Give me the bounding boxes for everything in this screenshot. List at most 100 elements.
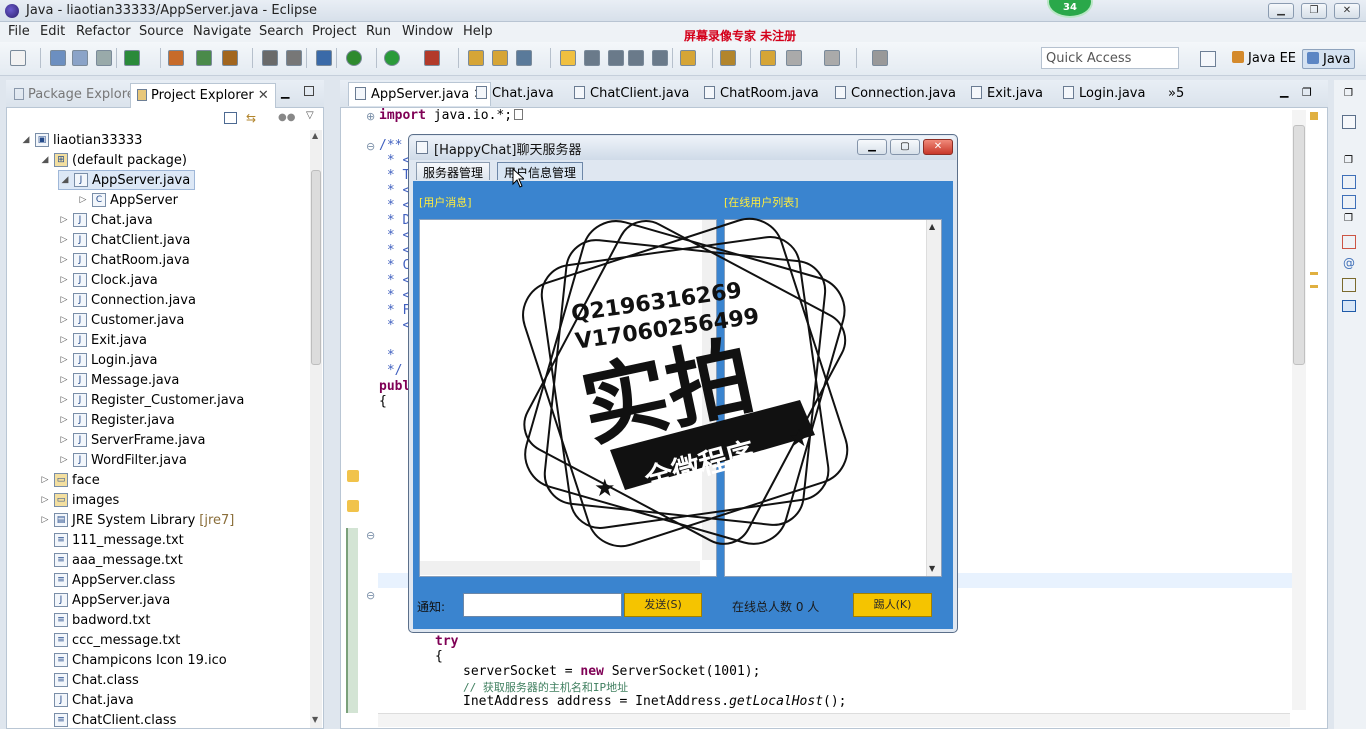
tree-item[interactable]: ▷ J Customer.java: [58, 310, 185, 330]
fold-icon-doc[interactable]: ⊖: [366, 140, 375, 153]
send-button[interactable]: 发送(S): [624, 593, 702, 617]
tree-item[interactable]: ▷ J Clock.java: [58, 270, 158, 290]
tree-item[interactable]: ▷ J Register.java: [58, 410, 175, 430]
maximize-view-icon[interactable]: [304, 86, 314, 96]
editor-tab[interactable]: Connection.java: [835, 86, 956, 101]
editor-tabs-overflow[interactable]: »5: [1168, 86, 1184, 101]
user-messages-hscroll[interactable]: [420, 561, 700, 575]
trim-restore-icon-3[interactable]: ❐: [1344, 213, 1353, 224]
trim-restore-icon-2[interactable]: ❐: [1344, 155, 1353, 166]
tree-item[interactable]: ≡ badword.txt: [39, 610, 150, 630]
tree-expand-icon[interactable]: ▷: [58, 215, 70, 225]
tree-expand-icon[interactable]: ▷: [58, 435, 70, 445]
tree-item[interactable]: ▷ J Login.java: [58, 350, 158, 370]
tree-item[interactable]: J AppServer.java: [39, 590, 170, 610]
tree-item[interactable]: ≡ ccc_message.txt: [39, 630, 180, 650]
editor-tab[interactable]: Exit.java: [971, 86, 1043, 101]
next-annotation-icon[interactable]: [680, 50, 696, 66]
skip-icon[interactable]: [316, 50, 332, 66]
editor-hscroll[interactable]: [378, 713, 1290, 727]
outline-icon[interactable]: [1342, 115, 1356, 129]
editor-minimize-icon[interactable]: ▁: [1280, 85, 1288, 98]
tree-item[interactable]: ▷ J Chat.java: [58, 210, 153, 230]
quick-access-input[interactable]: Quick Access: [1041, 47, 1179, 69]
menu-help[interactable]: Help: [463, 24, 493, 39]
tree-item[interactable]: ≡ aaa_message.txt: [39, 550, 183, 570]
view-menu-icon[interactable]: ●●: [278, 112, 295, 124]
editor-tab[interactable]: Login.java: [1063, 86, 1145, 101]
tree-expand-icon[interactable]: ▷: [39, 495, 51, 505]
outline-icon[interactable]: [652, 50, 668, 66]
declaration-icon[interactable]: [1342, 278, 1356, 292]
tree-item[interactable]: ▷ ▭ images: [39, 490, 120, 510]
minimize-button[interactable]: ▁: [1268, 3, 1294, 19]
tree-item[interactable]: ▷ J Register_Customer.java: [58, 390, 245, 410]
tree-expand-icon[interactable]: ▷: [58, 395, 70, 405]
minimize-view-icon[interactable]: ▁: [281, 86, 289, 99]
tree-item[interactable]: ▷ ▭ face: [39, 470, 100, 490]
menu-refactor[interactable]: Refactor: [76, 24, 131, 39]
tree-item[interactable]: ▷ C AppServer: [77, 190, 179, 210]
editor-tab[interactable]: ChatRoom.java: [704, 86, 819, 101]
task-icon[interactable]: [124, 50, 140, 66]
new-class-icon[interactable]: [168, 50, 184, 66]
online-scroll-down[interactable]: ▼: [929, 564, 935, 573]
warning-icon-1[interactable]: [347, 470, 359, 482]
editor-maximize-icon[interactable]: ❐: [1302, 86, 1312, 99]
pin-icon[interactable]: [720, 50, 736, 66]
open-type-icon[interactable]: [262, 50, 278, 66]
editor-tab[interactable]: AppServer.java ✕: [348, 82, 492, 106]
mark-icon[interactable]: [584, 50, 600, 66]
dialog-close-button[interactable]: ✕: [923, 139, 953, 155]
tree-expand-icon[interactable]: ◢: [39, 155, 51, 165]
tree-item[interactable]: ≡ Champicons Icon 19.ico: [39, 650, 227, 670]
fold-icon-1[interactable]: ⊖: [366, 529, 375, 542]
menu-edit[interactable]: Edit: [40, 24, 65, 39]
tree-expand-icon[interactable]: ▷: [58, 415, 70, 425]
tab-server-management[interactable]: 服务器管理: [416, 162, 491, 180]
perspective-java[interactable]: Java: [1302, 49, 1356, 69]
tree-item[interactable]: ≡ 111_message.txt: [39, 530, 184, 550]
online-scroll-up[interactable]: ▲: [929, 222, 935, 231]
last-edit-icon[interactable]: [824, 50, 840, 66]
tab-package-explorer[interactable]: Package Explorer: [14, 87, 140, 102]
tree-item[interactable]: ≡ AppServer.class: [39, 570, 175, 590]
save-icon[interactable]: [50, 50, 66, 66]
menu-window[interactable]: Window: [402, 24, 453, 39]
tree-expand-icon[interactable]: ▷: [39, 515, 51, 525]
run-external-icon[interactable]: [424, 50, 440, 66]
tree-item[interactable]: ▷ J ServerFrame.java: [58, 430, 206, 450]
tree-expand-icon[interactable]: ▷: [58, 315, 70, 325]
left-scroll-thumb[interactable]: [311, 170, 321, 365]
tree-item[interactable]: ≡ Chat.class: [39, 670, 139, 690]
tree-expand-icon[interactable]: ▷: [77, 195, 89, 205]
editor-tab[interactable]: ChatClient.java: [574, 86, 689, 101]
tree-item[interactable]: ▷ J Connection.java: [58, 290, 196, 310]
tree-item[interactable]: ▷ J ChatRoom.java: [58, 250, 190, 270]
problems-icon[interactable]: [1342, 235, 1356, 249]
close-tab-icon[interactable]: ✕: [258, 88, 269, 103]
online-users-vscroll[interactable]: [926, 220, 941, 576]
fold-icon-import[interactable]: ⊕: [366, 110, 375, 123]
open-folder-icon[interactable]: [492, 50, 508, 66]
tree-expand-icon[interactable]: ▷: [58, 375, 70, 385]
menu-run[interactable]: Run: [366, 24, 391, 39]
editor-vscroll-thumb[interactable]: [1293, 125, 1305, 365]
menu-search[interactable]: Search: [259, 24, 304, 39]
javadoc-icon[interactable]: @: [1343, 256, 1355, 270]
trim-restore-icon[interactable]: ❐: [1344, 88, 1353, 99]
view-dropdown-icon[interactable]: ▽: [306, 110, 314, 121]
search-icon[interactable]: [286, 50, 302, 66]
tree-expand-icon[interactable]: ▷: [39, 475, 51, 485]
back-icon[interactable]: [760, 50, 776, 66]
external-icon[interactable]: [872, 50, 888, 66]
tree-item[interactable]: ◢ ▣ liaotian33333: [20, 130, 143, 150]
tree-expand-icon[interactable]: ▷: [58, 275, 70, 285]
link-editor-icon[interactable]: ⇆: [246, 112, 260, 124]
tree-expand-icon[interactable]: ▷: [58, 455, 70, 465]
tab-user-info-management[interactable]: 用户信息管理: [497, 162, 584, 180]
menu-source[interactable]: Source: [139, 24, 184, 39]
menu-navigate[interactable]: Navigate: [193, 24, 251, 39]
close-button[interactable]: ✕: [1334, 3, 1360, 19]
tree-item[interactable]: ▷ ▤ JRE System Library [jre7]: [39, 510, 235, 530]
